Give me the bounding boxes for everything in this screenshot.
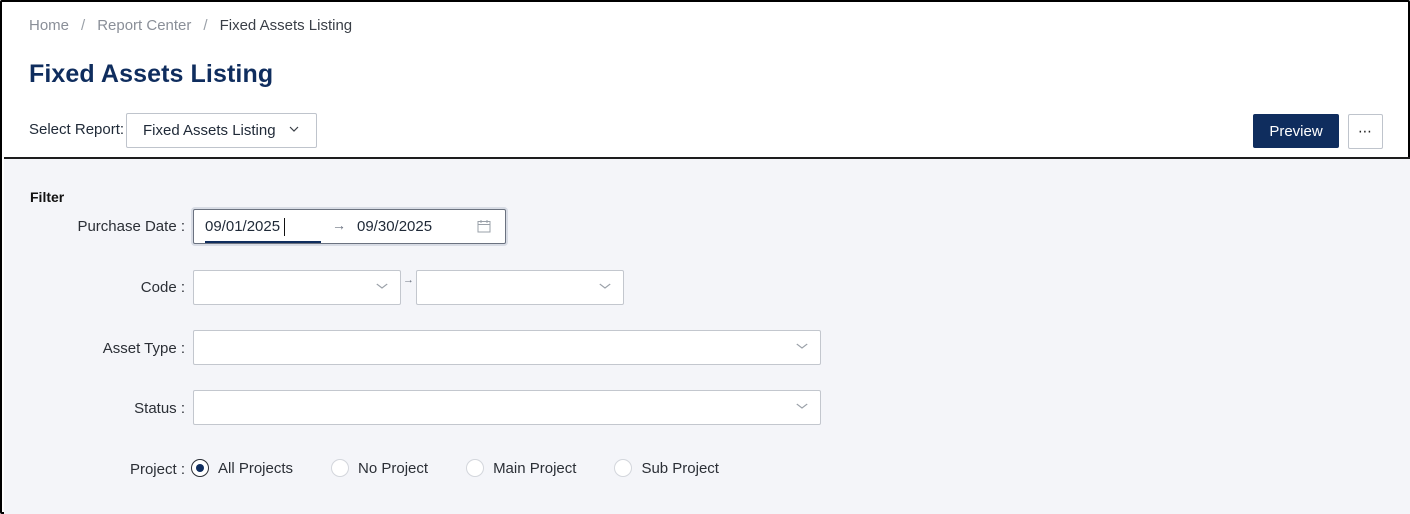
preview-button[interactable]: Preview bbox=[1253, 114, 1339, 148]
code-to-select[interactable] bbox=[416, 270, 624, 305]
code-label: Code : bbox=[140, 279, 185, 296]
breadcrumb-report-center[interactable]: Report Center bbox=[97, 17, 191, 34]
chevron-down-icon bbox=[796, 339, 809, 354]
range-arrow-icon: → bbox=[403, 274, 414, 286]
select-report-label: Select Report: bbox=[29, 121, 125, 138]
text-cursor bbox=[284, 218, 285, 236]
radio-unselected-icon bbox=[331, 459, 350, 477]
breadcrumb-home[interactable]: Home bbox=[29, 17, 69, 34]
purchase-date-label: Purchase Date : bbox=[77, 218, 185, 235]
radio-main-project[interactable]: Main Project bbox=[466, 459, 576, 477]
code-from-select[interactable] bbox=[193, 270, 401, 305]
more-options-button[interactable]: ⋯ bbox=[1348, 114, 1383, 149]
radio-sub-project[interactable]: Sub Project bbox=[614, 459, 719, 477]
report-select-value: Fixed Assets Listing bbox=[143, 122, 276, 139]
radio-unselected-icon bbox=[466, 459, 485, 477]
chevron-down-icon bbox=[288, 123, 300, 138]
radio-label: Main Project bbox=[493, 459, 577, 477]
chevron-down-icon bbox=[599, 279, 612, 294]
radio-label: No Project bbox=[358, 459, 429, 477]
breadcrumb: Home / Report Center / Fixed Assets List… bbox=[29, 17, 352, 34]
status-select[interactable] bbox=[193, 390, 821, 425]
calendar-icon[interactable] bbox=[477, 219, 491, 233]
radio-label: All Projects bbox=[218, 459, 294, 477]
asset-type-label: Asset Type : bbox=[102, 340, 185, 357]
chevron-down-icon bbox=[376, 279, 389, 294]
status-label: Status : bbox=[134, 400, 185, 417]
radio-all-projects[interactable]: All Projects bbox=[191, 459, 293, 477]
radio-selected-icon bbox=[191, 459, 209, 477]
ellipsis-icon: ⋯ bbox=[1358, 123, 1373, 139]
page-title: Fixed Assets Listing bbox=[29, 60, 274, 88]
project-label: Project : bbox=[129, 461, 185, 478]
purchase-date-range-picker[interactable]: 09/01/2025 → 09/30/2025 bbox=[193, 209, 506, 244]
purchase-date-start-input[interactable]: 09/01/2025 bbox=[205, 218, 280, 235]
breadcrumb-separator: / bbox=[203, 17, 208, 34]
radio-no-project[interactable]: No Project bbox=[331, 459, 428, 477]
asset-type-select[interactable] bbox=[193, 330, 821, 365]
filter-heading: Filter bbox=[30, 189, 65, 205]
active-input-indicator bbox=[205, 241, 321, 243]
radio-label: Sub Project bbox=[641, 459, 719, 477]
report-select-dropdown[interactable]: Fixed Assets Listing bbox=[126, 113, 317, 148]
breadcrumb-current: Fixed Assets Listing bbox=[219, 17, 353, 34]
filter-panel: Filter Purchase Date : 09/01/2025 → 09/3… bbox=[4, 159, 1410, 514]
purchase-date-end-input[interactable]: 09/30/2025 bbox=[357, 218, 432, 235]
breadcrumb-separator: / bbox=[81, 17, 86, 34]
chevron-down-icon bbox=[796, 399, 809, 414]
app-window: Home / Report Center / Fixed Assets List… bbox=[0, 0, 1410, 514]
range-arrow-icon: → bbox=[332, 217, 346, 233]
project-radio-group: All Projects No Project Main Project Sub… bbox=[191, 459, 757, 477]
radio-unselected-icon bbox=[614, 459, 633, 477]
